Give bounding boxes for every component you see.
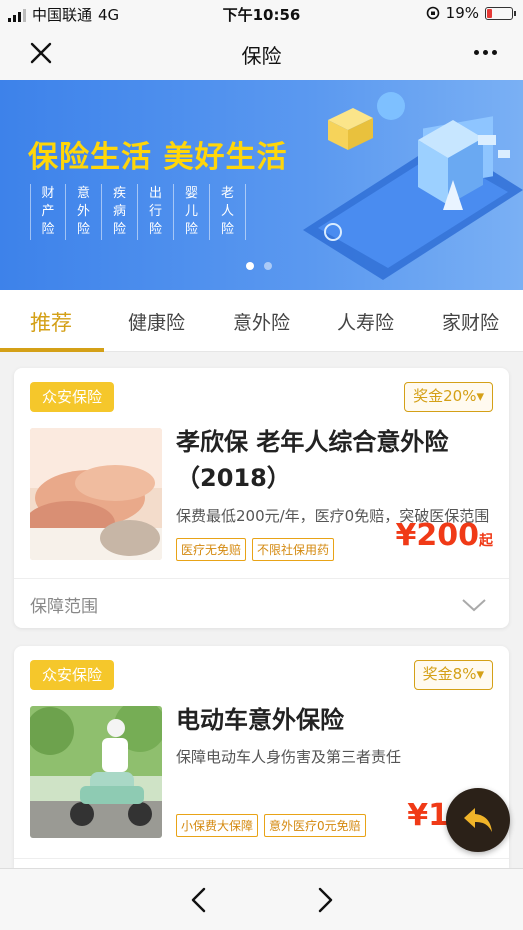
price-suffix: 起 bbox=[479, 533, 493, 549]
banner-categories: 财产险 意外险 疾病险 出行险 婴儿险 老人险 bbox=[30, 184, 246, 240]
product-price: ¥1 bbox=[407, 798, 449, 833]
category-tabs: 推荐 健康险 意外险 人寿险 家财险 bbox=[0, 290, 523, 352]
product-description: 保障电动车人身伤害及第三者责任 bbox=[176, 748, 402, 766]
product-tag: 小保费大保障 bbox=[176, 814, 259, 837]
price-value: 200 bbox=[416, 518, 479, 553]
tab-accident[interactable]: 意外险 bbox=[233, 308, 290, 335]
orientation-lock-icon bbox=[426, 6, 439, 20]
product-title: 孝欣保 老年人综合意外险（2018） bbox=[176, 428, 449, 492]
tab-property[interactable]: 家财险 bbox=[442, 308, 499, 335]
bonus-dropdown[interactable]: 奖金20%▾ bbox=[404, 382, 493, 412]
price-currency: ¥ bbox=[395, 518, 417, 553]
tab-life[interactable]: 人寿险 bbox=[337, 308, 394, 335]
product-tag: 意外医疗0元免赔 bbox=[264, 814, 366, 837]
floating-back-button[interactable] bbox=[446, 788, 510, 852]
reply-icon bbox=[464, 808, 492, 832]
phone-illustration-icon bbox=[303, 92, 523, 280]
card-divider bbox=[14, 578, 509, 579]
bonus-dropdown[interactable]: 奖金8%▾ bbox=[413, 660, 493, 690]
coverage-scope-label[interactable]: 保障范围 bbox=[30, 592, 98, 617]
product-tags: 小保费大保障 意外医疗0元免赔 bbox=[176, 814, 366, 837]
product-title: 电动车意外保险 bbox=[176, 706, 344, 734]
product-tags: 医疗无免赔 不限社保用药 bbox=[176, 538, 335, 561]
card-divider bbox=[14, 858, 509, 859]
banner-category: 出行险 bbox=[138, 184, 174, 240]
product-thumbnail bbox=[30, 706, 162, 838]
vendor-badge: 众安保险 bbox=[30, 382, 115, 412]
battery-icon bbox=[485, 6, 516, 20]
product-tag: 不限社保用药 bbox=[252, 538, 335, 561]
battery-percent: 19% bbox=[445, 4, 479, 22]
tab-active-indicator bbox=[0, 348, 104, 352]
banner-headline: 保险生活 美好生活 bbox=[28, 140, 288, 175]
chevron-down-icon[interactable] bbox=[461, 598, 487, 612]
navigation-bar: 保险 bbox=[0, 26, 523, 80]
chevron-left-icon[interactable] bbox=[188, 887, 210, 913]
banner-category: 婴儿险 bbox=[174, 184, 210, 240]
carousel-dots[interactable] bbox=[246, 262, 272, 270]
product-card[interactable]: 众安保险 奖金20%▾ 孝欣保 老年人综合意外险（2018） 保费最低200元/… bbox=[14, 368, 509, 628]
status-right: 19% bbox=[426, 4, 516, 22]
more-icon[interactable] bbox=[474, 50, 497, 55]
banner-category: 财产险 bbox=[30, 184, 66, 240]
carousel-dot-active[interactable] bbox=[246, 262, 254, 270]
chevron-right-icon[interactable] bbox=[314, 887, 336, 913]
product-thumbnail bbox=[30, 428, 162, 560]
tab-recommended[interactable]: 推荐 bbox=[30, 307, 72, 337]
bottom-toolbar bbox=[0, 868, 523, 930]
promo-banner[interactable]: 保险生活 美好生活 财产险 意外险 疾病险 出行险 婴儿险 老人险 bbox=[0, 80, 523, 290]
carousel-dot[interactable] bbox=[264, 262, 272, 270]
vendor-badge: 众安保险 bbox=[30, 660, 115, 690]
price-currency: ¥ bbox=[407, 798, 429, 833]
banner-category: 老人险 bbox=[210, 184, 246, 240]
product-card[interactable]: 众安保险 奖金8%▾ 电动车意外保险 保障电动车人身伤害及第三者责任 小保费大保… bbox=[14, 646, 509, 868]
product-price: ¥200起 bbox=[396, 518, 494, 553]
tab-health[interactable]: 健康险 bbox=[128, 308, 185, 335]
battery-fill bbox=[487, 8, 492, 18]
page-title: 保险 bbox=[241, 44, 282, 68]
product-tag: 医疗无免赔 bbox=[176, 538, 247, 561]
status-bar: 中国联通 4G 下午10:56 19% bbox=[0, 0, 523, 26]
banner-category: 疾病险 bbox=[102, 184, 138, 240]
banner-category: 意外险 bbox=[66, 184, 102, 240]
